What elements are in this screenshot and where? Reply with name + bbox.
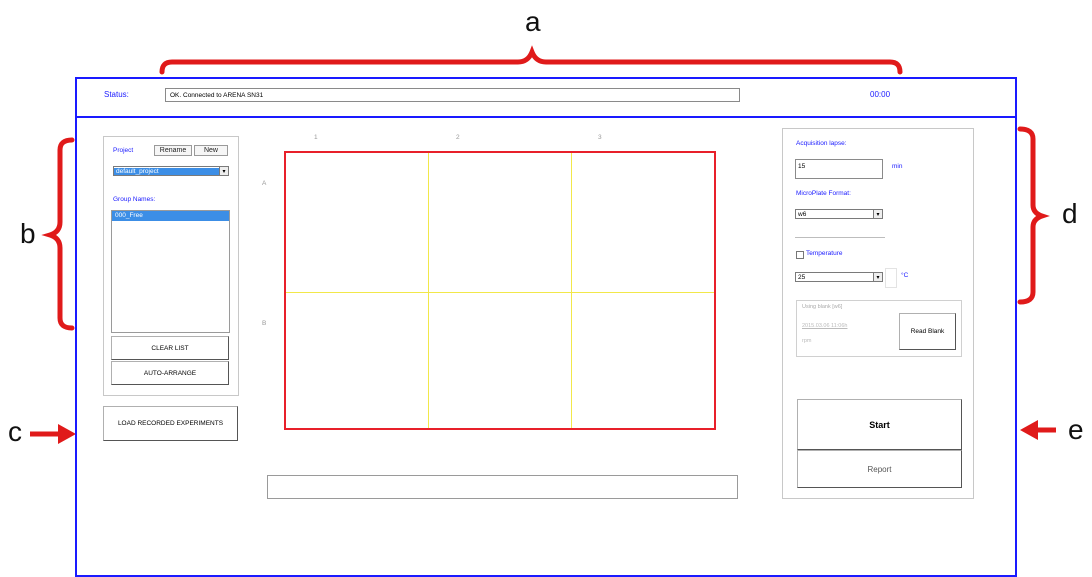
temperature-unit: °C [901,272,909,279]
blank-date: 2015.03.06 11:06h [802,323,848,329]
status-message: OK. Connected to ARENA SN31 [170,92,264,99]
temperature-select-value: 25 [798,273,806,281]
status-separator [77,116,1015,118]
divider [795,237,885,238]
auto-arrange-button[interactable]: AUTO-ARRANGE [111,361,229,385]
grid-line-h1 [286,292,714,293]
format-select[interactable]: w6 ▾ [795,209,883,219]
start-button[interactable]: Start [797,399,962,450]
list-item[interactable]: 000_Free [112,211,229,221]
label-d: d [1062,198,1078,229]
temperature-select[interactable]: 25 ▾ [795,272,883,282]
project-select-value: default_project [114,167,219,175]
label-c: c [8,416,22,447]
acquisition-label: Acquisition lapse: [796,140,847,147]
temperature-spacer [885,268,897,288]
bracket-d [1017,126,1050,305]
blank-rpm: rpm [802,338,812,344]
read-blank-button[interactable]: Read Blank [899,313,956,350]
label-b: b [20,218,36,249]
group-names-list[interactable]: 000_Free [111,210,230,333]
column-label-2: 2 [456,134,460,141]
group-names-label: Group Names: [113,196,156,203]
column-label-1: 1 [314,134,318,141]
chevron-down-icon[interactable]: ▾ [219,167,228,175]
clear-list-button[interactable]: CLEAR LIST [111,336,229,360]
bracket-b [41,137,75,331]
label-e: e [1068,414,1084,445]
format-select-value: w6 [798,210,807,218]
chevron-down-icon[interactable]: ▾ [873,210,882,218]
load-recorded-experiments-button[interactable]: LOAD RECORDED EXPERIMENTS [103,406,238,441]
temperature-label: Temperature [806,250,843,257]
acquisition-value: 15 [798,163,806,170]
bracket-a [159,45,903,75]
status-message-field: OK. Connected to ARENA SN31 [165,88,740,102]
project-select[interactable]: default_project ▾ [113,166,229,176]
rename-button[interactable]: Rename [154,145,192,156]
timer-display: 00:00 [870,90,891,99]
arrow-e [1020,420,1056,440]
status-label: Status: [104,90,129,99]
message-field[interactable] [267,475,738,499]
acquisition-input[interactable]: 15 [795,159,883,179]
arrow-c [30,424,76,444]
row-label-b: B [262,320,267,327]
acquisition-unit: min [892,163,903,170]
format-label: MicroPlate Format: [796,190,851,197]
column-label-3: 3 [598,134,602,141]
label-a: a [525,6,541,37]
new-button[interactable]: New [194,145,228,156]
row-label-a: A [262,180,267,187]
grid-line-v2 [571,153,572,428]
temperature-checkbox[interactable] [796,251,804,259]
grid-line-v1 [428,153,429,428]
chevron-down-icon[interactable]: ▾ [873,273,882,281]
blank-title: Using blank [w6] [802,304,843,310]
microplate-grid[interactable] [284,151,716,430]
project-label: Project [113,147,134,154]
report-button[interactable]: Report [797,450,962,488]
